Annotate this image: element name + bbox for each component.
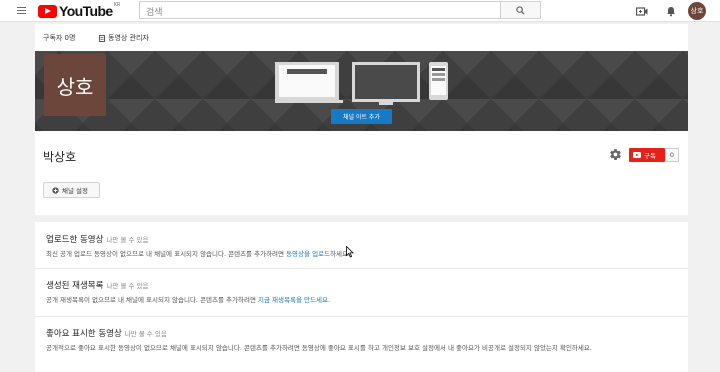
mouse-cursor-icon (346, 246, 354, 258)
channel-settings-button[interactable]: 채널 설정 (43, 182, 100, 198)
channel-avatar[interactable]: 상호 (44, 54, 106, 116)
liked-visibility: 나만 볼 수 있음 (124, 330, 167, 338)
uploads-visibility: 나만 볼 수 있음 (106, 236, 149, 244)
uploads-desc-text: 최신 공개 업로드 동영상이 없으므로 내 채널에 표시되지 않습니다. 콘텐츠… (46, 250, 287, 258)
playlists-desc-text: 공개 재생목록이 없으므로 내 채널에 표시되지 않습니다. 콘텐츠를 추가하려… (46, 296, 259, 304)
playlists-desc-tail: . (327, 296, 331, 304)
search-icon (516, 5, 525, 15)
bell-icon[interactable] (664, 4, 678, 18)
channel-name: 박상호 (43, 150, 77, 164)
video-camera-icon[interactable] (635, 4, 649, 18)
account-avatar[interactable]: 상호 (688, 2, 706, 20)
upload-video-link[interactable]: 동영상을 업로드 (286, 250, 330, 258)
channel-top-bar: 구독자 0명 동영상 관리자 (35, 24, 688, 51)
logo-region: KR (113, 2, 121, 8)
playlists-title-text: 생성된 재생목록 (46, 281, 104, 291)
add-channel-art-button[interactable]: 채널 아트 추가 (331, 109, 392, 124)
device-preview-icon (275, 62, 448, 105)
playlists-title: 생성된 재생목록 나만 볼 수 있음 (46, 279, 149, 291)
youtube-play-icon (38, 4, 57, 18)
create-playlist-link[interactable]: 지금 재생목록을 만드세요 (258, 296, 328, 304)
liked-title-text: 좋아요 표시한 동영상 (46, 329, 122, 339)
masthead: YouTube KR 검색 상호 (0, 0, 720, 22)
video-manager-link[interactable]: 동영상 관리자 (99, 33, 149, 43)
video-manager-label: 동영상 관리자 (108, 34, 149, 42)
channel-banner: 상호 채널 아트 추가 (35, 51, 688, 131)
liked-videos-section: 좋아요 표시한 동영상 나만 볼 수 있음 공개적으로 좋아요 표시한 동영상이 … (35, 316, 688, 372)
youtube-play-icon (633, 152, 641, 158)
youtube-logo[interactable]: YouTube KR (38, 2, 121, 19)
document-icon (99, 34, 105, 42)
gear-icon[interactable] (609, 148, 622, 161)
channel-header: 박상호 구독 0 채널 설정 (35, 131, 688, 215)
playlists-description: 공개 재생목록이 없으므로 내 채널에 표시되지 않습니다. 콘텐츠를 추가하려… (46, 295, 646, 306)
subscribe-count: 0 (665, 148, 679, 162)
channel-content: 업로드한 동영상 나만 볼 수 있음 최신 공개 업로드 동영상이 없으므로 내 … (35, 222, 688, 372)
search-input[interactable]: 검색 (139, 1, 501, 19)
search-button[interactable] (501, 1, 541, 19)
subscribe-label: 구독 (644, 152, 656, 160)
menu-icon[interactable] (17, 7, 26, 15)
subscribe-button[interactable]: 구독 (629, 148, 665, 162)
subscriber-count: 구독자 0명 (43, 34, 76, 42)
plus-circle-icon (52, 186, 59, 194)
channel-settings-label: 채널 설정 (62, 187, 88, 195)
liked-description: 공개적으로 좋아요 표시한 동영상이 없으므로 채널에 표시되지 않습니다. 콘… (46, 344, 592, 352)
uploads-title: 업로드한 동영상 나만 볼 수 있음 (46, 233, 149, 245)
logo-text: YouTube (59, 3, 113, 19)
playlists-visibility: 나만 볼 수 있음 (106, 282, 149, 290)
uploads-title-text: 업로드한 동영상 (46, 235, 104, 245)
playlists-section: 생성된 재생목록 나만 볼 수 있음 공개 재생목록이 없으므로 내 채널에 표시… (35, 268, 688, 316)
uploads-section: 업로드한 동영상 나만 볼 수 있음 최신 공개 업로드 동영상이 없으므로 내 … (35, 222, 688, 268)
liked-title: 좋아요 표시한 동영상 나만 볼 수 있음 (46, 327, 167, 339)
